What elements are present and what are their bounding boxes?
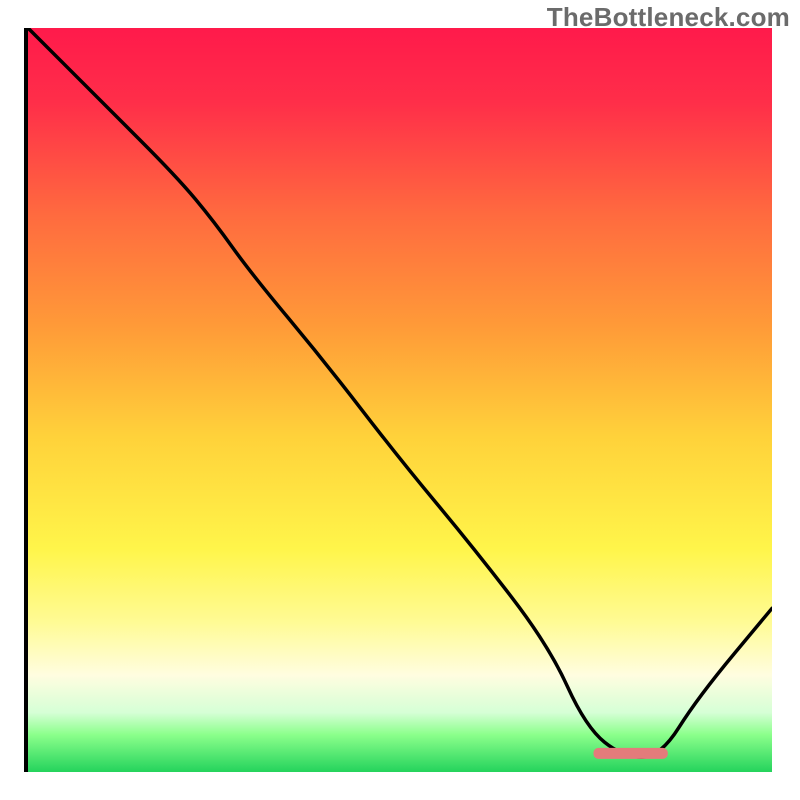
chart-container: { "watermark": "TheBottleneck.com", "cha…	[0, 0, 800, 800]
optimal-range-marker	[593, 748, 667, 759]
plot-svg	[28, 28, 772, 772]
plot-area	[28, 28, 772, 772]
watermark-text: TheBottleneck.com	[547, 2, 790, 33]
